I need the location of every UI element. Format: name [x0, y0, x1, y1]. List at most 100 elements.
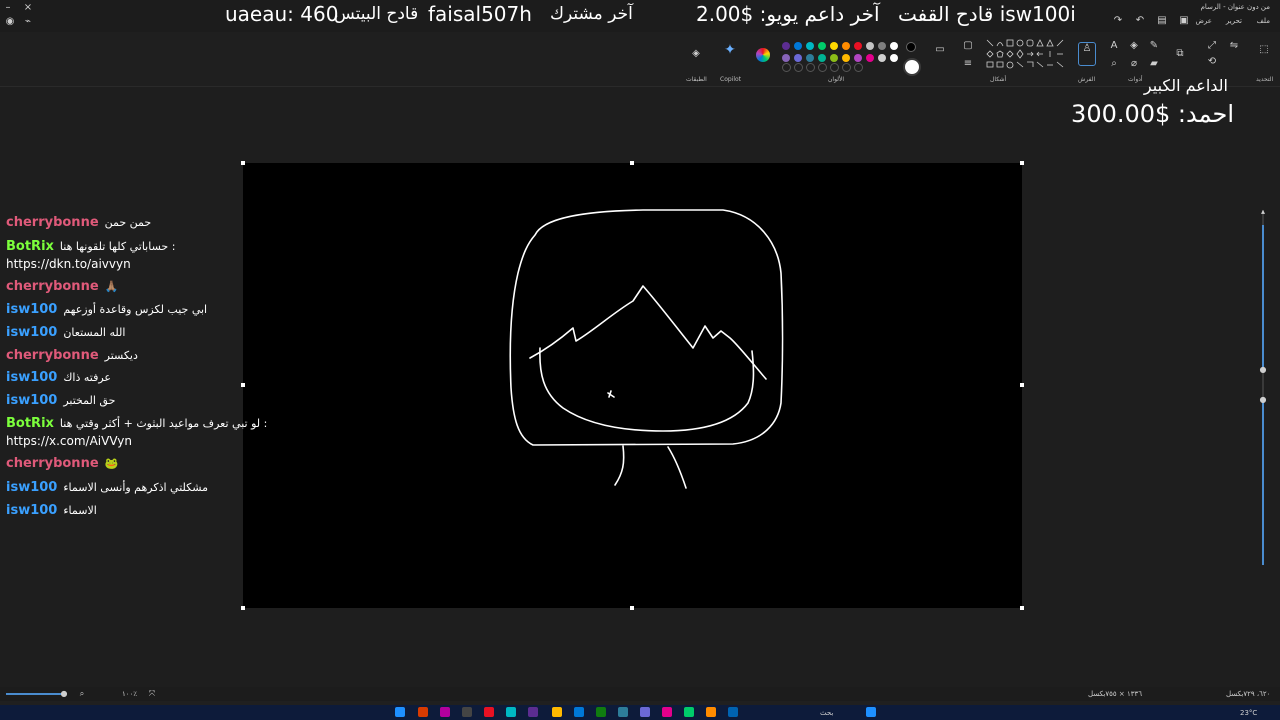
cursor-position: ٦٢٠، ٧٢٩بكسل [1226, 690, 1271, 698]
redo-icon[interactable]: ↷ [1112, 15, 1124, 27]
swatch-custom-5[interactable] [806, 63, 815, 72]
drawing-canvas[interactable] [243, 163, 1022, 608]
swatch-gray[interactable] [878, 42, 886, 50]
swatch-white-2[interactable] [890, 54, 898, 62]
size-icon[interactable]: ≡ [962, 58, 974, 70]
pencil-icon[interactable]: ✎ [1148, 40, 1160, 52]
taskbar-app-icon[interactable] [528, 707, 538, 717]
swatch-custom-2[interactable] [842, 63, 851, 72]
chat-message: isw100 الله المستعان [6, 325, 125, 340]
save-icon[interactable]: ▣ [1178, 15, 1190, 27]
swatch-custom-1[interactable] [854, 63, 863, 72]
menu-view[interactable]: عرض [1195, 17, 1212, 25]
flip-icon[interactable]: ⇋ [1228, 40, 1240, 52]
swatch-indigo[interactable] [794, 54, 802, 62]
taskbar-app-icon[interactable] [684, 707, 694, 717]
overlay-icon[interactable]: ◉ [4, 16, 16, 28]
crop-icon[interactable]: ⧉ [1174, 48, 1186, 60]
copilot-icon[interactable]: ✦ [724, 43, 736, 57]
swatch-light[interactable] [878, 54, 886, 62]
select-icon[interactable]: ⬚ [1258, 44, 1270, 56]
swatch-red[interactable] [854, 42, 862, 50]
swatch-teal[interactable] [806, 42, 814, 50]
taskbar-app-icon[interactable] [706, 707, 716, 717]
canvas-handle-br[interactable] [1020, 606, 1024, 610]
taskbar-app-icon[interactable] [395, 707, 405, 717]
taskbar-app-icon[interactable] [662, 707, 672, 717]
zoom-slider[interactable] [6, 693, 62, 695]
canvas-handle-tl[interactable] [241, 161, 245, 165]
canvas-handle-r[interactable] [1020, 383, 1024, 387]
swatch-lavender[interactable] [782, 54, 790, 62]
edit-colors-icon[interactable] [756, 48, 770, 62]
menu-edit[interactable]: تحرير [1226, 17, 1242, 25]
active-color[interactable] [903, 58, 921, 76]
taskbar-app-icon[interactable] [418, 707, 428, 717]
swatch-silver[interactable] [866, 42, 874, 50]
minimize-icon[interactable]: – [2, 2, 14, 14]
ticker-gift: قادح القفت isw100i [898, 2, 1076, 26]
resize-icon[interactable]: ⤢ [1206, 40, 1218, 52]
taskbar-app-icon[interactable] [462, 707, 472, 717]
canvas-handle-bl[interactable] [241, 606, 245, 610]
swatch-black[interactable] [906, 42, 916, 52]
zoom-thumb-icon[interactable]: ● [58, 688, 70, 700]
chat-text: 🐸 [104, 457, 119, 470]
swatch-lime[interactable] [830, 54, 838, 62]
chat-link[interactable]: https://x.com/AiVVyn [6, 434, 132, 448]
taskbar-app-icon[interactable] [574, 707, 584, 717]
taskbar-app-icon[interactable] [552, 707, 562, 717]
swatch-white[interactable] [890, 42, 898, 50]
outline-icon[interactable]: ▭ [934, 44, 946, 56]
canvas-handle-l[interactable] [241, 383, 245, 387]
layers-icon[interactable]: ◈ [690, 48, 702, 60]
rotate-icon[interactable]: ⟲ [1206, 56, 1218, 68]
open-icon[interactable]: ▤ [1156, 15, 1168, 27]
eraser-icon[interactable]: ▰ [1148, 58, 1160, 70]
taskbar-app-icon[interactable] [618, 707, 628, 717]
scroll-up-icon[interactable]: ▴ [1257, 206, 1269, 218]
swatch-custom-4[interactable] [818, 63, 827, 72]
fill-style-icon[interactable]: ▢ [962, 40, 974, 52]
taskbar-app-icon[interactable] [640, 707, 650, 717]
zoom-in-icon[interactable]: ⌕ [76, 688, 88, 700]
swatch-yellow[interactable] [830, 42, 838, 50]
text-icon[interactable]: A [1108, 40, 1120, 52]
swatch-violet[interactable] [854, 54, 862, 62]
taskbar-app-icon[interactable] [484, 707, 494, 717]
color-picker-icon[interactable]: ⌀ [1128, 58, 1140, 70]
slider-thumb-icon[interactable]: ● [1257, 364, 1269, 376]
swatch-steel[interactable] [806, 54, 814, 62]
pin-icon[interactable]: ⌁ [22, 16, 34, 28]
swatch-custom-7[interactable] [782, 63, 791, 72]
menu-file[interactable]: ملف [1257, 17, 1270, 25]
swatch-orange[interactable] [842, 42, 850, 50]
swatch-green[interactable] [818, 42, 826, 50]
swatch-cyan[interactable] [818, 54, 826, 62]
close-icon[interactable]: × [22, 2, 34, 14]
canvas-handle-t[interactable] [630, 161, 634, 165]
taskbar-app-icon[interactable] [440, 707, 450, 717]
shapes-gallery[interactable] [985, 38, 1065, 74]
fit-icon[interactable]: ⤧ [146, 688, 158, 700]
swatch-purple[interactable] [782, 42, 790, 50]
magnifier-icon[interactable]: ⌕ [1108, 58, 1120, 70]
chat-link[interactable]: https://dkn.to/aivvyn [6, 257, 131, 271]
zoom-level[interactable]: ١٠٠٪ [122, 690, 137, 698]
canvas-handle-b[interactable] [630, 606, 634, 610]
swatch-pink[interactable] [866, 54, 874, 62]
taskbar-app-icon[interactable] [506, 707, 516, 717]
swatch-custom-3[interactable] [830, 63, 839, 72]
taskbar-app-icon[interactable] [596, 707, 606, 717]
canvas-handle-tr[interactable] [1020, 161, 1024, 165]
start-icon[interactable] [866, 707, 876, 717]
slider-thumb-2-icon[interactable]: ● [1257, 394, 1269, 406]
brush-icon[interactable]: ♙ [1078, 42, 1096, 66]
taskbar-app-icon[interactable] [728, 707, 738, 717]
undo-icon[interactable]: ↶ [1134, 15, 1146, 27]
taskbar-search[interactable]: بحث [820, 709, 833, 717]
swatch-custom-6[interactable] [794, 63, 803, 72]
swatch-blue[interactable] [794, 42, 802, 50]
fill-icon[interactable]: ◈ [1128, 40, 1140, 52]
swatch-gold[interactable] [842, 54, 850, 62]
